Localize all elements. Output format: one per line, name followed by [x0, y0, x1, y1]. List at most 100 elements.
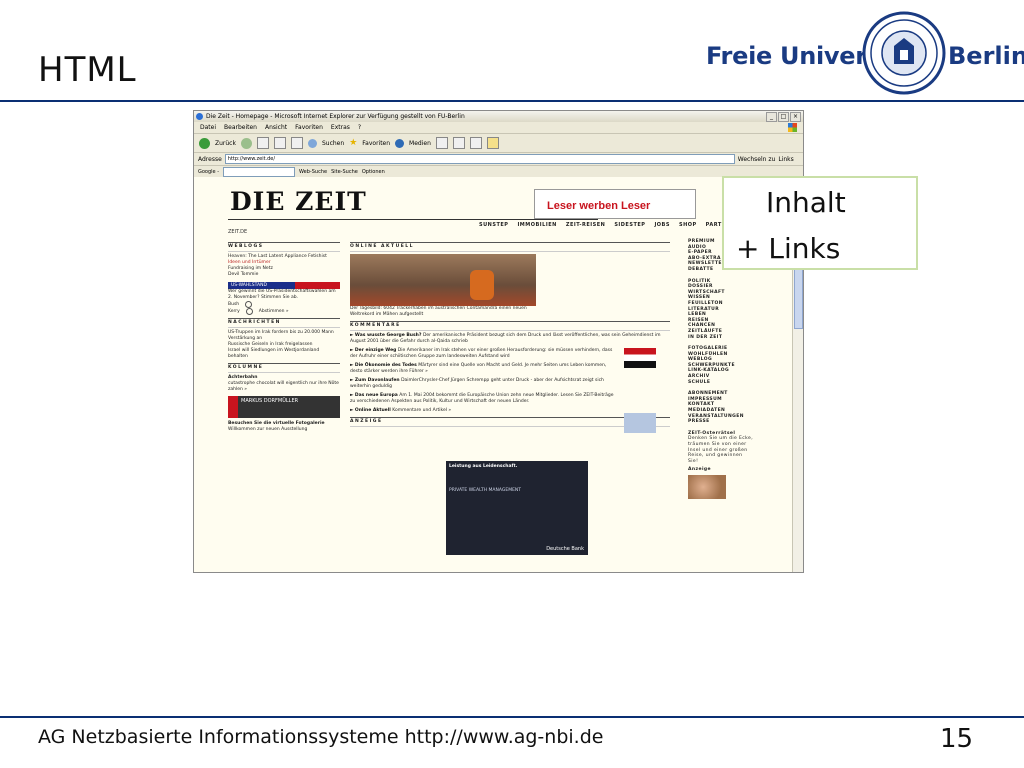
annotation-line-inhalt: Inhalt [766, 186, 846, 219]
rnav-item[interactable]: IN DER ZEIT [688, 335, 754, 341]
teaser-title[interactable]: Der einzige Weg [355, 348, 396, 353]
kolumne-text[interactable]: cutastrophe chocolat will eigentlich nur… [228, 381, 340, 393]
nav-shop[interactable]: SHOP [679, 222, 697, 228]
nav-sidestep[interactable]: SIDESTEP [614, 222, 645, 228]
radio-bush[interactable] [245, 301, 253, 308]
article-teaser[interactable]: ► Die Ökonomie des Todes Märtyrer sind e… [350, 363, 620, 375]
teaser-title[interactable]: Zum Davonlaufen [355, 378, 400, 383]
poll-option-bush[interactable]: Bush [228, 301, 340, 308]
forward-icon[interactable] [240, 137, 252, 149]
media-label[interactable]: Medien [409, 140, 431, 147]
browser-titlebar: Die Zeit - Homepage - Microsoft Internet… [194, 111, 803, 122]
menu-bearbeiten[interactable]: Bearbeiten [224, 122, 257, 133]
google-site-search-button[interactable]: Site-Suche [331, 169, 358, 175]
teaser-title[interactable]: Online Aktuell [355, 408, 391, 413]
annotation-box: Inhalt + Links [722, 176, 918, 270]
news-link[interactable]: US-Truppen im Irak fordern bis zu 20.000… [228, 330, 340, 342]
ad-headline: Leistung aus Leidenschaft. [449, 464, 518, 469]
poll-question: Wer gewinnt die US-Präsidentschaftswahle… [228, 289, 336, 300]
tagesbild-photo[interactable] [350, 254, 536, 306]
media-icon[interactable] [395, 138, 405, 148]
leser-ad-banner[interactable]: Leser werben Leser [534, 189, 696, 219]
google-web-search-button[interactable]: Web-Suche [299, 169, 327, 175]
favorites-icon[interactable]: ★ [349, 138, 357, 148]
teaser-title[interactable]: Was wusste George Bush? [355, 333, 422, 338]
menu-favoriten[interactable]: Favoriten [295, 122, 323, 133]
teaser-title[interactable]: Die Ökonomie des Todes [355, 363, 417, 368]
annotation-line-links: + Links [736, 232, 841, 265]
rnav-item[interactable]: PRESSE [688, 419, 754, 425]
article-teaser[interactable]: ► Zum Davonlaufen DaimlerChrysler-Chef J… [350, 378, 620, 390]
nav-jobs[interactable]: JOBS [654, 222, 670, 228]
radio-kerry[interactable] [245, 308, 253, 315]
slide-title: HTML [38, 50, 137, 90]
nav-immobilien[interactable]: IMMOBILIEN [517, 222, 556, 228]
links-label[interactable]: Links [778, 156, 793, 163]
mail-icon[interactable] [452, 137, 465, 149]
back-icon[interactable] [199, 137, 210, 149]
article-teaser[interactable]: ► Der einzige Weg Die Amerikaner im Irak… [350, 348, 620, 360]
iraq-flag-image [624, 348, 656, 368]
poll-option-kerry[interactable]: Kerry Abstimmen » [228, 308, 340, 315]
deutsche-bank-ad[interactable]: Leistung aus Leidenschaft. PRIVATE WEALT… [446, 461, 588, 555]
right-column: PREMIUM AUDIO E-PAPER ABO-EXTRA NEWSLETT… [688, 239, 754, 499]
back-label[interactable]: Zurück [215, 140, 236, 147]
teaser-title[interactable]: Das neue Europa [355, 393, 398, 398]
gallery-text[interactable]: Willkommen zur neuen Ausstellung [228, 427, 340, 433]
author-banner[interactable]: MARKUS DORFMÜLLER [228, 396, 340, 418]
nav-group-service: ABONNEMENT IMPRESSUM KONTAKT MEDIADATEN … [688, 391, 754, 425]
rnav-item[interactable]: SCHULE [688, 380, 754, 386]
refresh-icon[interactable] [273, 137, 286, 149]
ie-icon [196, 113, 203, 120]
maximize-icon[interactable]: □ [778, 112, 789, 122]
europe-map-image [624, 413, 656, 433]
article-teaser[interactable]: ► Was wusste George Bush? Der amerikanis… [350, 333, 670, 345]
vote-link[interactable]: Abstimmen » [259, 309, 289, 315]
nav-sunstep[interactable]: SUNSTEP [479, 222, 508, 228]
couple-ad-photo[interactable] [688, 474, 726, 499]
zeit-nav: SUNSTEP IMMOBILIEN ZEIT-REISEN SIDESTEP … [479, 222, 735, 228]
bottom-rule [0, 716, 1024, 718]
menu-help[interactable]: ? [358, 122, 361, 133]
fu-berlin-logo: Freie Universität Berlin [706, 10, 1024, 96]
print-icon[interactable] [469, 137, 482, 149]
address-label: Adresse [198, 155, 222, 163]
window-title: Die Zeit - Homepage - Microsoft Internet… [206, 113, 465, 120]
ad-text: Leser werben Leser [547, 200, 651, 212]
anzeige-heading: ANZEIGE [350, 417, 670, 427]
minimize-icon[interactable]: _ [766, 112, 777, 122]
nav-zeit-reisen[interactable]: ZEIT-REISEN [566, 222, 605, 228]
zeit-logo[interactable]: DIE ZEIT [230, 187, 367, 216]
folder-icon[interactable] [486, 137, 499, 149]
ad-bank-name: Deutsche Bank [546, 546, 584, 552]
menu-extras[interactable]: Extras [331, 122, 350, 133]
zeitde-label: ZEIT.DE [228, 229, 248, 235]
favorites-label[interactable]: Favoriten [362, 140, 390, 147]
kerry-label: Kerry [228, 308, 240, 314]
ostern-text: Denken Sie um die Ecke, träumen Sie von … [688, 436, 754, 464]
search-label[interactable]: Suchen [322, 140, 344, 147]
nav-group-extras: FOTOGALERIE WOHLFÜHLEN WEBLOG SCHWERPUNK… [688, 346, 754, 385]
news-link[interactable]: Israel will Siedlungen im Westjordanland… [228, 348, 340, 360]
menu-datei[interactable]: Datei [200, 122, 216, 133]
history-icon[interactable] [435, 137, 448, 149]
ad-subline: PRIVATE WEALTH MANAGEMENT [449, 488, 522, 493]
browser-screenshot: Die Zeit - Homepage - Microsoft Internet… [193, 110, 804, 573]
address-input[interactable]: http://www.zeit.de/ [224, 154, 735, 164]
online-aktuell-heading: ONLINE AKTUELL [350, 242, 670, 252]
weblog-link[interactable]: Devil Tommie [228, 272, 340, 278]
article-teaser[interactable]: ► Online Aktuell Kommentare und Artikel … [350, 408, 670, 414]
menu-ansicht[interactable]: Ansicht [265, 122, 287, 133]
google-options-button[interactable]: Optionen [362, 169, 385, 175]
article-teaser[interactable]: ► Das neue Europa Am 1. Mai 2004 bekommt… [350, 393, 620, 405]
close-icon[interactable]: × [790, 112, 801, 122]
left-column: WEBLOGS Heaven: The Last Latent Applianc… [228, 239, 340, 433]
google-label[interactable]: Google - [198, 169, 219, 175]
go-label[interactable]: Wechseln zu [738, 156, 776, 163]
photo-caption: Der Tagesbild: 6042 Trackerhaben im aust… [350, 306, 527, 317]
stop-icon[interactable] [256, 137, 269, 149]
home-icon[interactable] [290, 137, 303, 149]
google-search-input[interactable] [223, 167, 296, 177]
us-wahlstand-bar: US-WAHLSTAND [228, 282, 340, 289]
search-icon[interactable] [307, 138, 317, 148]
